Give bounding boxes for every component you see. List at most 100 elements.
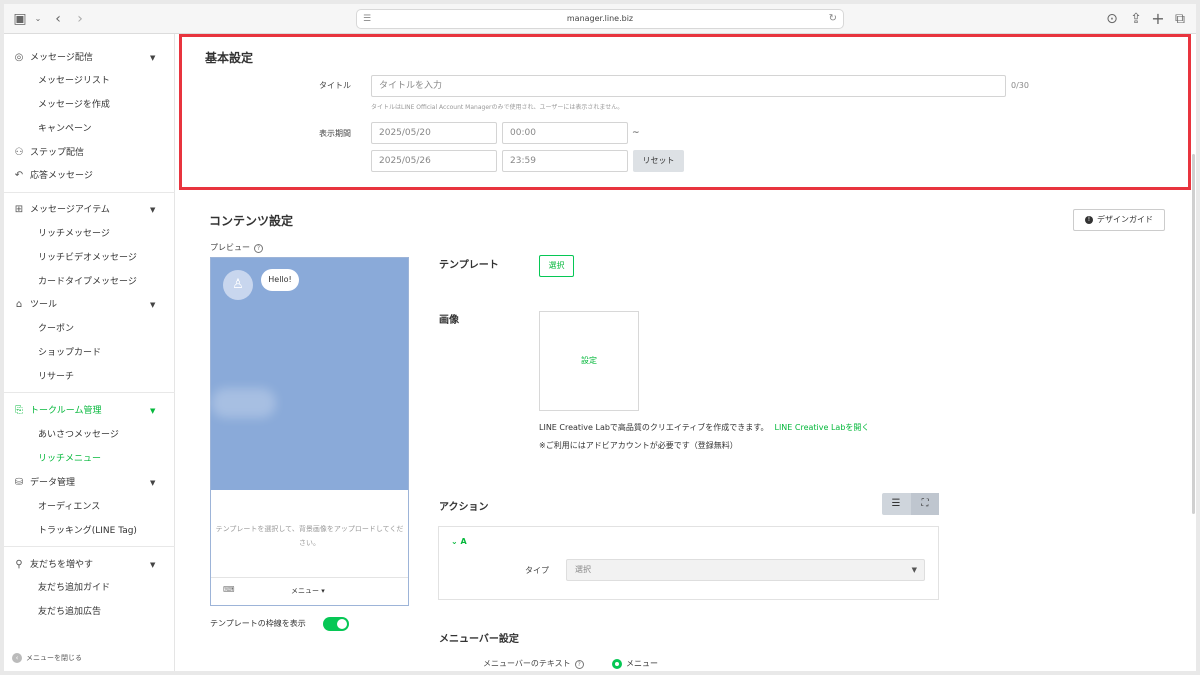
sidebar-sub-greeting-message[interactable]: あいさつメッセージ	[38, 425, 119, 445]
menubar-settings-heading: メニューバー設定	[439, 634, 519, 645]
sidebar-sub-create-message[interactable]: メッセージを作成	[38, 95, 110, 115]
sidebar-sub-friend-guide[interactable]: 友だち追加ガイド	[38, 578, 110, 598]
basic-settings-heading: 基本設定	[205, 51, 254, 65]
template-label: テンプレート	[439, 260, 499, 271]
type-select[interactable]: 選択 ▼	[566, 559, 925, 581]
menubar-radio-label: メニュー	[626, 659, 658, 668]
type-label: タイプ	[525, 566, 549, 575]
period-label: 表示期間	[319, 129, 351, 138]
sidebar-divider	[4, 192, 175, 193]
sidebar-sub-rich-menu[interactable]: リッチメニュー	[38, 449, 101, 469]
select-caret-icon: ▼	[911, 566, 917, 574]
sidebar-sub-research[interactable]: リサーチ	[38, 367, 74, 387]
action-a-toggle[interactable]: ⌄ A	[451, 537, 467, 546]
image-label: 画像	[439, 315, 459, 326]
collapse-icon: ‹	[12, 653, 22, 663]
toggle-knob	[337, 619, 347, 629]
sidebar-divider	[4, 392, 175, 393]
address-bar[interactable]: ☰ manager.line.biz ↻	[356, 9, 844, 29]
sidebar-item-step-delivery[interactable]: ⚇ ステップ配信	[4, 143, 175, 163]
creative-lab-link[interactable]: LINE Creative Labを開く	[774, 423, 869, 432]
step-icon: ⚇	[14, 147, 24, 158]
back-icon[interactable]: ‹	[48, 9, 68, 29]
reset-button[interactable]: リセット	[633, 150, 684, 172]
sidebar-sub-card-type-message[interactable]: カードタイプメッセージ	[38, 272, 137, 292]
close-menu-button[interactable]: ‹ メニューを閉じる	[12, 651, 82, 665]
sidebar-toggle-icon[interactable]: ▣	[10, 9, 30, 29]
sidebar-item-auto-reply[interactable]: ↶ 応答メッセージ	[4, 166, 175, 186]
template-select-button[interactable]: 選択	[539, 255, 574, 277]
site-settings-icon[interactable]: ☰	[363, 10, 371, 28]
frame-toggle-switch[interactable]	[323, 617, 349, 631]
sidebar-item-message-delivery[interactable]: ◎ メッセージ配信 ▼	[4, 48, 175, 68]
share-icon[interactable]: ⇪	[1126, 9, 1146, 29]
keyboard-icon: ⌨	[223, 585, 235, 594]
sidebar-sub-audience[interactable]: オーディエンス	[38, 497, 100, 517]
menubar-radio[interactable]	[612, 659, 622, 669]
help-icon[interactable]: ?	[574, 660, 584, 669]
sidebar-sub-tracking[interactable]: トラッキング(LINE Tag)	[38, 521, 137, 541]
download-icon[interactable]: ⊙	[1102, 9, 1122, 29]
browser-toolbar: ▣ ⌄ ‹ › ☰ manager.line.biz ↻ ⊙ ⇪ + ⧉	[4, 4, 1196, 34]
preview-phone: ♙ Hello! テンプレートを選択して、背景画像をアップロードしてください。 …	[210, 257, 409, 606]
message-item-icon: ⊞	[14, 204, 24, 215]
sidebar-item-message-items[interactable]: ⊞ メッセージアイテム ▼	[4, 200, 175, 220]
url-text: manager.line.biz	[566, 14, 634, 23]
period-separator: ~	[632, 128, 640, 138]
sidebar-sub-shop-card[interactable]: ショップカード	[38, 343, 101, 363]
sidebar-sub-message-list[interactable]: メッセージリスト	[38, 71, 110, 91]
data-icon: ⛁	[14, 477, 24, 488]
start-date-input[interactable]: 2025/05/20	[371, 122, 497, 144]
sidebar: ◎ メッセージ配信 ▼ メッセージリスト メッセージを作成 キャンペーン ⚇ ス…	[4, 34, 175, 671]
chevron-down-icon: ⌄	[451, 537, 458, 546]
user-avatar-icon: ♙	[223, 270, 253, 300]
sidebar-sub-campaign[interactable]: キャンペーン	[38, 119, 92, 139]
preview-menu-bar: ⌨ メニュー ▾	[211, 577, 408, 605]
highlight-frame	[179, 34, 1191, 190]
main-content: 基本設定 タイトル タイトルを入力 0/30 タイトルはLINE Officia…	[175, 34, 1196, 671]
creative-lab-note: ※ご利用にはアドビアカウントが必要です（登録無料）	[539, 441, 738, 450]
forward-icon[interactable]: ›	[70, 9, 90, 29]
reload-icon[interactable]: ↻	[829, 10, 837, 28]
sidebar-sub-rich-video-message[interactable]: リッチビデオメッセージ	[38, 248, 137, 268]
chat-bubble: Hello!	[261, 269, 299, 291]
new-tab-icon[interactable]: +	[1148, 9, 1168, 29]
fullscreen-view-icon[interactable]: ⛶	[911, 493, 939, 515]
start-time-input[interactable]: 00:00	[502, 122, 628, 144]
add-friend-icon: ⚲	[15, 559, 23, 570]
view-mode-toggle: ☰ ⛶	[882, 493, 939, 515]
end-time-input[interactable]: 23:59	[502, 150, 628, 172]
sidebar-item-add-friends[interactable]: ⚲ 友だちを増やす ▼	[4, 555, 175, 575]
tools-icon: ⌂	[15, 299, 23, 310]
caret-down-icon: ▼	[150, 206, 156, 214]
broadcast-icon: ◎	[14, 52, 24, 63]
tabs-overview-icon[interactable]: ⧉	[1170, 9, 1190, 29]
end-date-input[interactable]: 2025/05/26	[371, 150, 497, 172]
preview-chat-area: ♙ Hello!	[211, 258, 408, 490]
title-input[interactable]: タイトルを入力	[371, 75, 1006, 97]
sidebar-item-chatroom-management[interactable]: ⎘ トークルーム管理 ▼	[4, 401, 175, 421]
sidebar-item-data-management[interactable]: ⛁ データ管理 ▼	[4, 473, 175, 493]
page-scrollbar[interactable]	[1192, 154, 1195, 514]
caret-down-icon: ▼	[150, 407, 156, 415]
sidebar-sub-rich-message[interactable]: リッチメッセージ	[38, 224, 110, 244]
preview-instruction: テンプレートを選択して、背景画像をアップロードしてください。	[215, 525, 404, 547]
image-upload-box[interactable]: 設定	[539, 311, 639, 411]
title-counter: 0/30	[1011, 81, 1029, 90]
chevron-down-icon[interactable]: ⌄	[28, 9, 48, 29]
browser-window: ▣ ⌄ ‹ › ☰ manager.line.biz ↻ ⊙ ⇪ + ⧉ ◎ メ…	[4, 4, 1196, 671]
caret-down-icon: ▼	[150, 561, 156, 569]
sidebar-sub-coupon[interactable]: クーポン	[38, 319, 74, 339]
list-view-icon[interactable]: ☰	[882, 493, 910, 515]
design-guide-button[interactable]: ! デザインガイド	[1073, 209, 1165, 231]
caret-down-icon: ▼	[150, 479, 156, 487]
background-cloud	[211, 388, 276, 418]
content-settings-heading: コンテンツ設定	[209, 214, 294, 228]
sidebar-sub-friend-ads[interactable]: 友だち追加広告	[38, 602, 101, 622]
caret-down-icon: ▼	[150, 54, 156, 62]
preview-menu-label: メニュー ▾	[291, 587, 325, 595]
sidebar-item-tools[interactable]: ⌂ ツール ▼	[4, 295, 175, 315]
sidebar-divider	[4, 546, 175, 547]
info-icon: !	[1085, 215, 1093, 224]
help-icon[interactable]: ?	[254, 244, 263, 253]
